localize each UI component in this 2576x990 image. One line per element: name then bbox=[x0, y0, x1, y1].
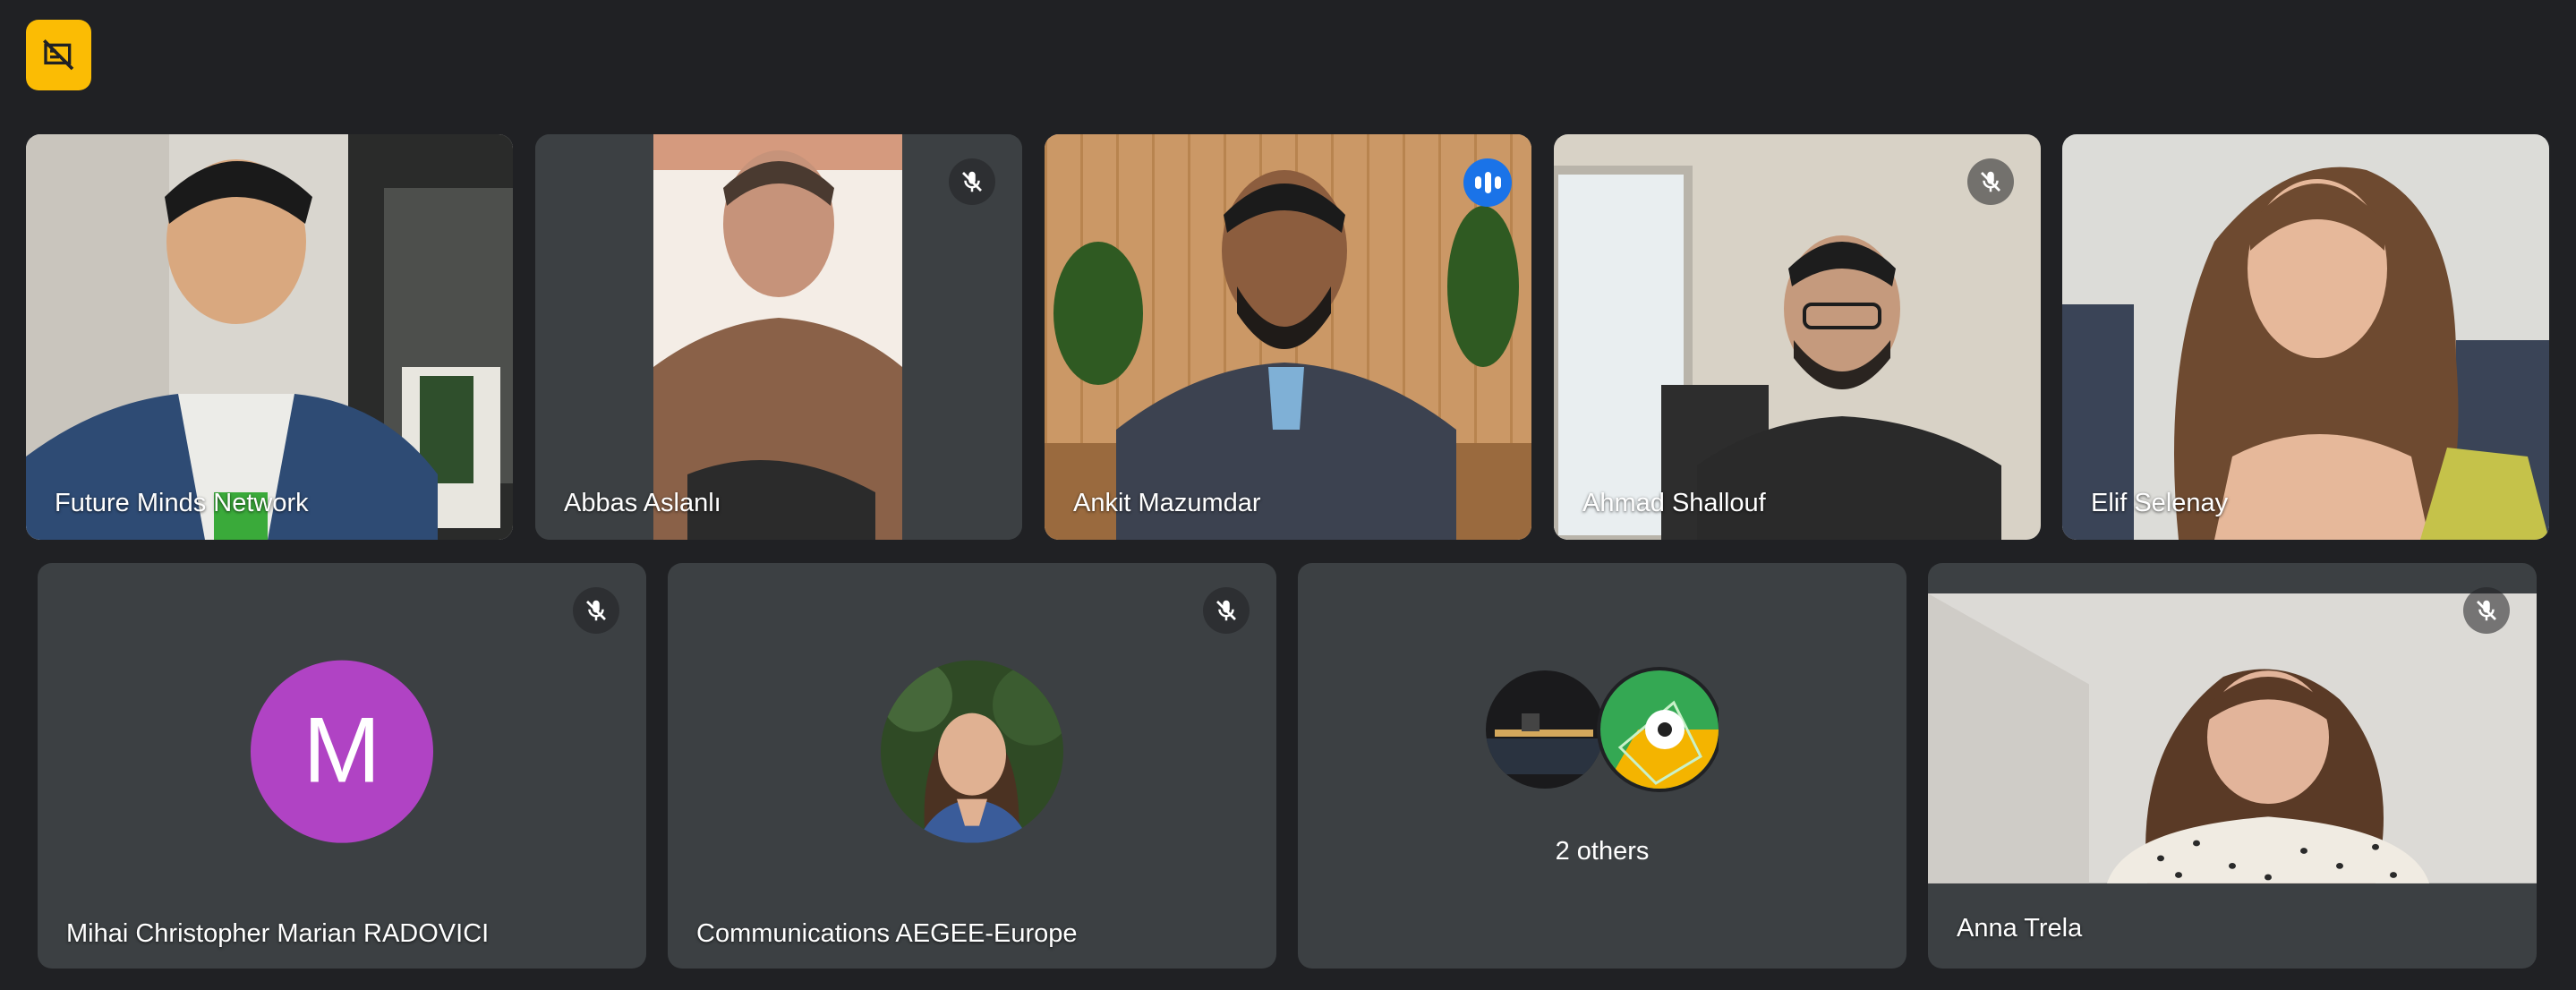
participant-name: Mihai Christopher Marian RADOVICI bbox=[66, 919, 490, 948]
participant-tile[interactable]: Future Minds Network bbox=[26, 134, 513, 540]
participant-video bbox=[1554, 134, 2041, 540]
participant-tile[interactable]: Abbas Aslanlı bbox=[535, 134, 1022, 540]
mic-off-icon bbox=[1967, 158, 2014, 205]
participant-video bbox=[1045, 134, 1531, 540]
participant-tile[interactable]: Elif Selenay bbox=[2062, 134, 2549, 540]
mic-off-icon bbox=[573, 587, 619, 634]
mic-off-icon bbox=[2463, 587, 2510, 634]
participant-name: Ahmad Shallouf bbox=[1582, 489, 1766, 517]
participant-name: Anna Trela bbox=[1957, 914, 2083, 943]
participant-video bbox=[1928, 593, 2537, 883]
participant-name: Abbas Aslanlı bbox=[564, 489, 721, 517]
speaking-indicator-icon bbox=[1463, 158, 1512, 207]
mic-off-icon bbox=[949, 158, 995, 205]
others-tile[interactable]: 2 others bbox=[1298, 563, 1906, 969]
participant-name: Communications AEGEE-Europe bbox=[696, 919, 1078, 948]
participant-tile-active-speaker[interactable]: Ankit Mazumdar bbox=[1045, 134, 1531, 540]
mic-off-icon bbox=[1203, 587, 1250, 634]
participant-tile[interactable]: Communications AEGEE-Europe bbox=[668, 563, 1276, 969]
participant-tile[interactable]: Ahmad Shallouf bbox=[1554, 134, 2041, 540]
avatar bbox=[881, 660, 1063, 843]
participant-name: Ankit Mazumdar bbox=[1073, 489, 1261, 517]
participant-tile[interactable]: M Mihai Christopher Marian RADOVICI bbox=[38, 563, 646, 969]
participant-video bbox=[26, 134, 513, 540]
others-avatars bbox=[1486, 667, 1722, 792]
participant-name: Elif Selenay bbox=[2091, 489, 2229, 517]
participant-tile[interactable]: Anna Trela bbox=[1928, 563, 2537, 969]
participant-video bbox=[2062, 134, 2549, 540]
participant-name: Future Minds Network bbox=[55, 489, 309, 517]
presentation-off-icon bbox=[42, 38, 73, 70]
presentation-badge[interactable] bbox=[26, 20, 91, 90]
avatar: M bbox=[251, 660, 433, 843]
participant-video bbox=[535, 134, 1022, 540]
others-count-label: 2 others bbox=[1555, 837, 1650, 866]
